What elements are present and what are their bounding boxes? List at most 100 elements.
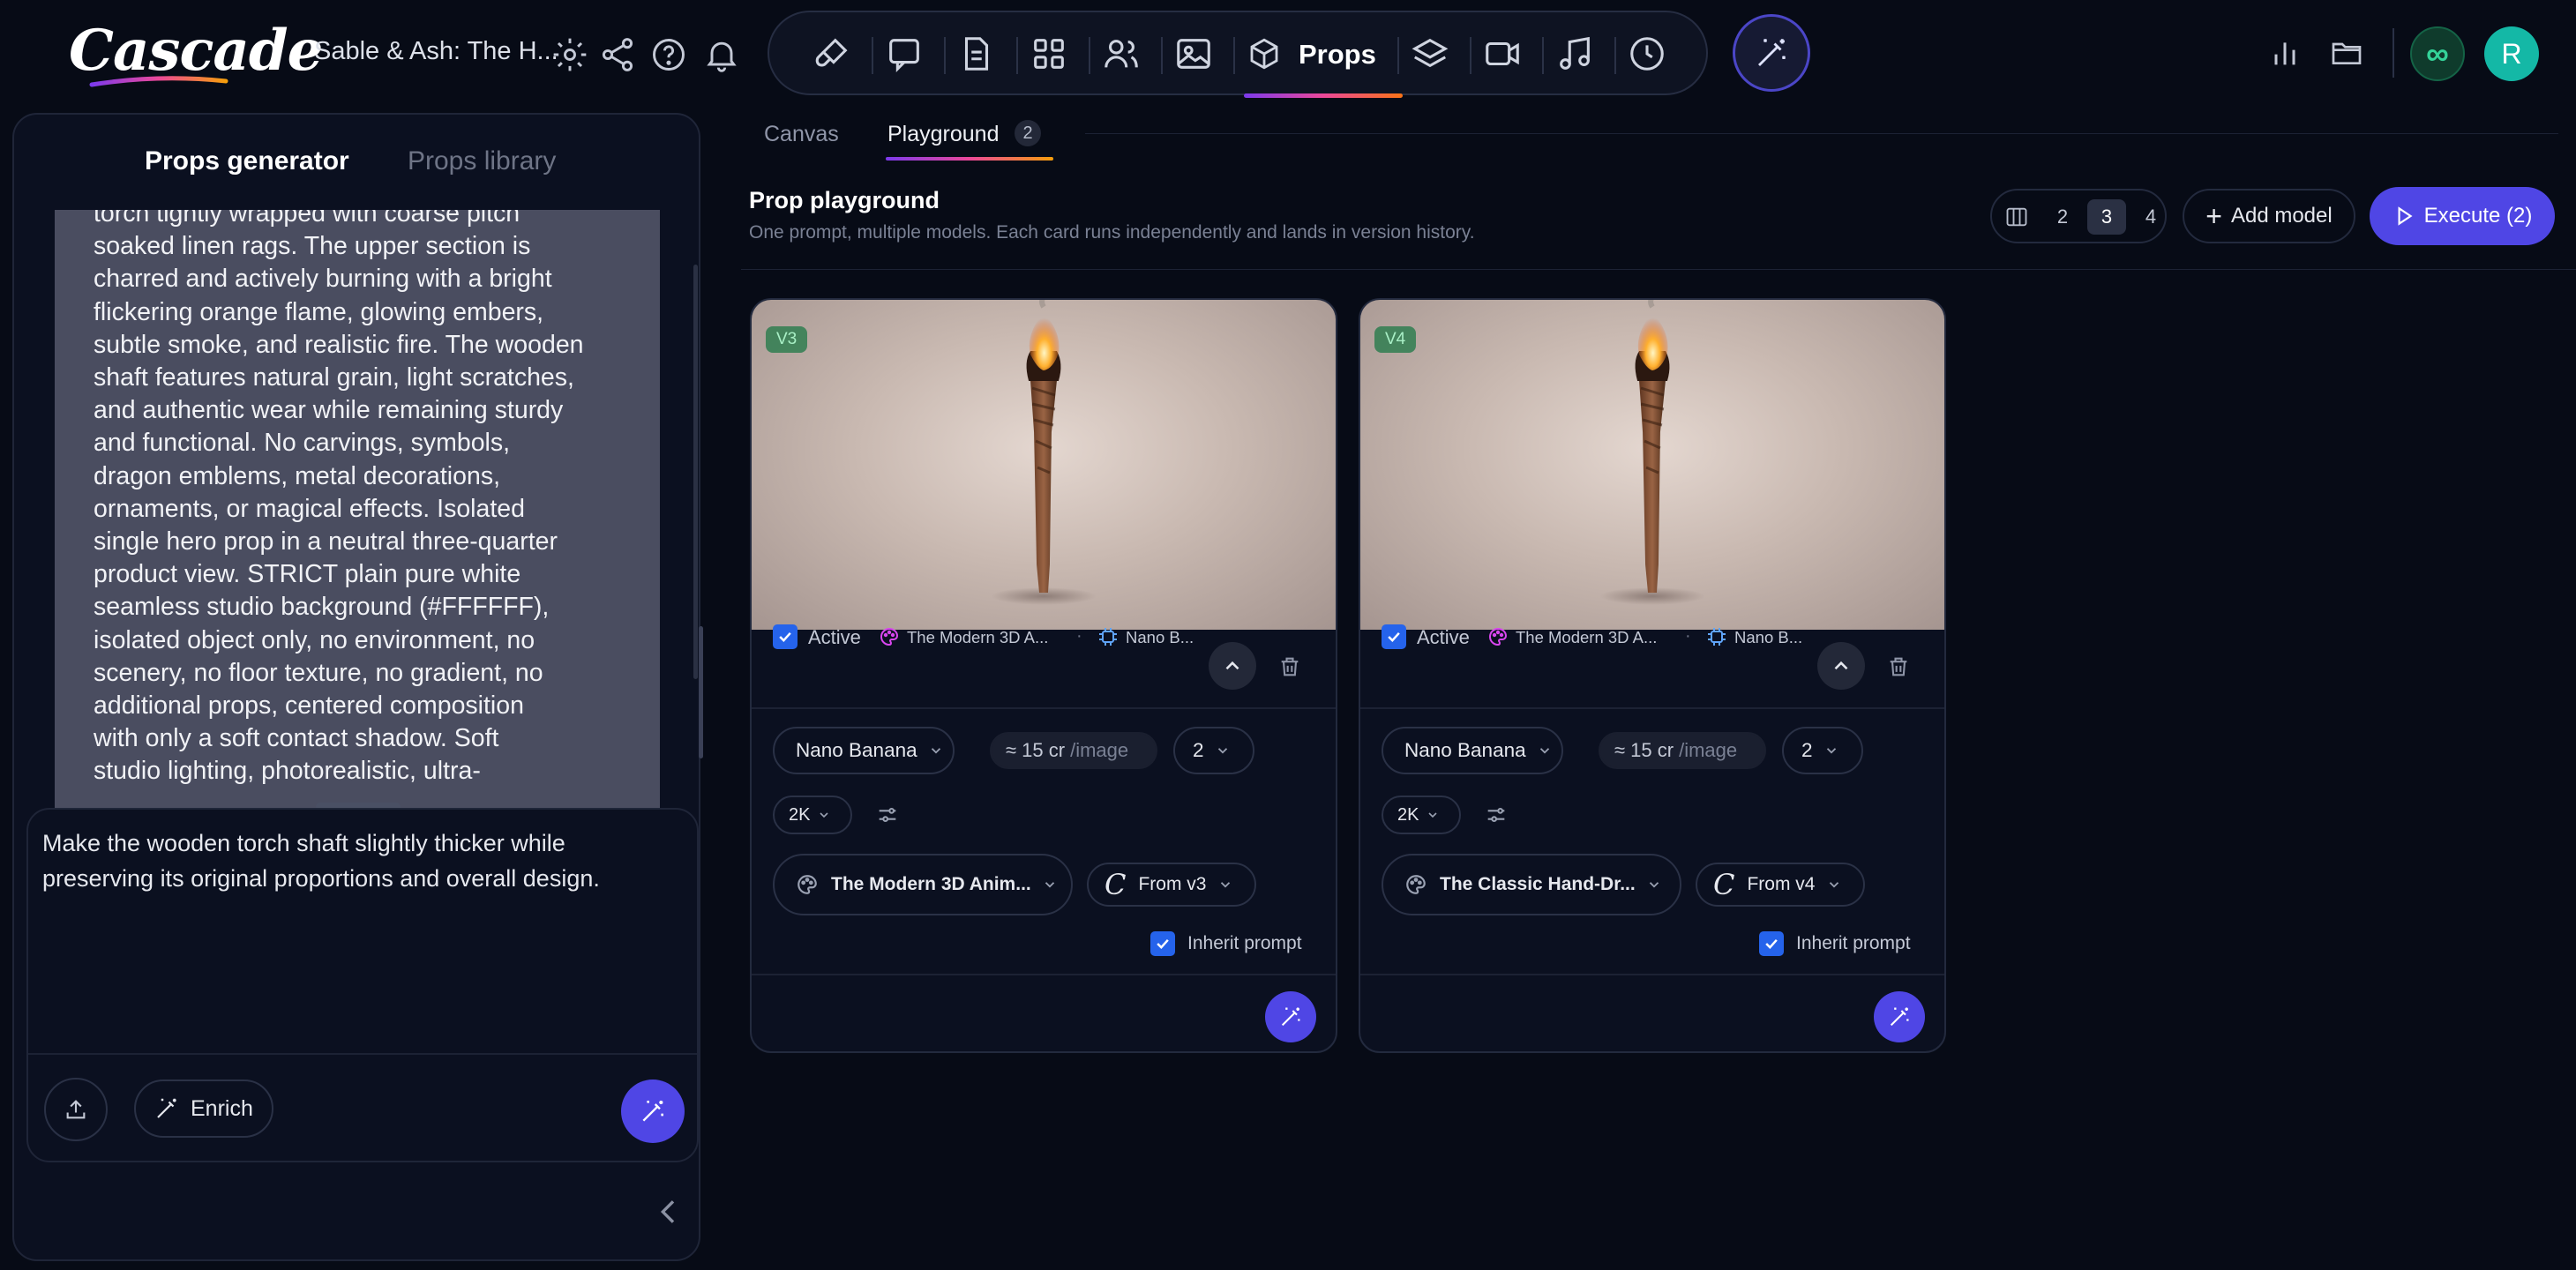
user-avatar[interactable]: R [2484,26,2539,81]
settings-gear-icon[interactable] [550,35,589,74]
chevron-down-icon [1042,877,1058,893]
cube-icon[interactable] [1246,35,1283,72]
model-select[interactable]: Nano Banana [773,727,955,774]
execute-label: Execute (2) [2423,204,2533,228]
scrollbar-track[interactable] [693,265,698,679]
delete-trash-icon[interactable] [1277,654,1302,679]
collapse-card-chevron-up-icon[interactable] [1817,642,1865,690]
upload-icon[interactable] [44,1078,108,1141]
users-icon[interactable] [1101,34,1142,74]
chevron-down-icon [928,743,944,758]
column-option-3-selected[interactable]: 3 [2087,199,2126,235]
resolution-value: 2K [1397,804,1419,825]
active-checkbox[interactable] [773,624,798,649]
prompt-line: torch tightly wrapped with coarse pitch [94,210,520,228]
inherit-prompt-checkbox[interactable] [1759,931,1784,956]
enrich-button[interactable]: Enrich [134,1080,273,1138]
prompt-line: soaked linen rags. The upper section is [94,232,531,261]
resolution-select[interactable]: 2K [1382,796,1461,834]
active-checkbox[interactable] [1382,624,1406,649]
separator-dot: · [1685,626,1691,646]
palette-icon [879,626,900,647]
magic-wand-icon [154,1095,180,1122]
model-card: V3 Active The Modern 3D A... · Nano B...… [750,298,1337,1053]
props-panel: Props generator Props library torch tigh… [12,113,703,1261]
prompt-line: additional props, centered composition [94,691,524,721]
image-count-select[interactable]: 2 [1782,727,1863,774]
video-icon[interactable] [1482,34,1523,74]
version-badge: V4 [1374,326,1417,353]
prompt-line: scenery, no floor texture, no gradient, … [94,658,543,687]
share-icon[interactable] [598,35,637,74]
prompt-line: flickering orange flame, glowing embers, [94,297,544,326]
collapse-panel-chevron-icon[interactable] [651,1194,686,1229]
source-version-select[interactable]: C From v3 [1087,863,1256,907]
enrich-label: Enrich [191,1095,253,1121]
separator-dot: · [1076,626,1082,646]
chat-icon[interactable] [884,34,925,74]
model-select-value: Nano Banana [796,739,917,761]
style-select[interactable]: The Modern 3D Anim... [773,854,1073,915]
chevron-down-icon [1646,877,1662,893]
help-icon[interactable] [649,35,688,74]
grid-icon[interactable] [1029,34,1069,74]
generated-prop-image[interactable]: V3 [752,300,1336,630]
palette-icon [1404,873,1427,896]
scrollbar-thumb[interactable] [699,626,703,758]
brush-icon[interactable] [812,34,852,74]
delete-trash-icon[interactable] [1886,654,1911,679]
collapse-card-chevron-up-icon[interactable] [1209,642,1256,690]
project-title[interactable]: Sable & Ash: The H... [314,37,558,66]
columns-icon [2004,205,2029,229]
edit-prompt-input[interactable]: Make the wooden torch shaft slightly thi… [42,826,678,896]
column-count-selector: 2 3 4 [1990,189,2167,243]
chevron-down-icon [1537,743,1553,758]
folder-icon[interactable] [2329,35,2364,71]
inherit-prompt-label: Inherit prompt [1187,933,1302,953]
magic-assistant-icon[interactable] [1733,14,1810,92]
generate-wand-icon[interactable] [621,1080,685,1143]
source-version-select[interactable]: C From v4 [1696,863,1865,907]
style-select[interactable]: The Classic Hand-Dr... [1382,854,1681,915]
column-option-4[interactable]: 4 [2131,199,2170,235]
generate-wand-icon[interactable] [1265,991,1316,1042]
model-summary: Nano B... [1734,628,1803,646]
edit-prompt-box: Make the wooden torch shaft slightly thi… [26,808,699,1162]
bell-icon[interactable] [702,35,741,74]
image-icon[interactable] [1173,34,1214,74]
analytics-icon[interactable] [2267,35,2303,71]
history-icon[interactable] [1627,34,1667,74]
resolution-select[interactable]: 2K [773,796,852,834]
column-option-2[interactable]: 2 [2043,199,2082,235]
sliders-settings-icon[interactable] [1484,803,1509,827]
chevron-down-icon [1426,808,1440,822]
tab-props-library[interactable]: Props library [408,146,556,176]
layers-icon[interactable] [1410,34,1450,74]
prompt-line: ornaments, or magical effects. Isolated [94,494,525,523]
add-model-button[interactable]: + Add model [2183,189,2355,243]
inherit-prompt-checkbox[interactable] [1150,931,1175,956]
cascade-logo[interactable]: Cascade [69,18,323,84]
prompt-line: studio lighting, photorealistic, ultra- [94,757,481,786]
image-count-select[interactable]: 2 [1173,727,1254,774]
generated-prop-image[interactable]: V4 [1360,300,1944,630]
palette-icon [1487,626,1509,647]
infinity-badge[interactable]: ∞ [2410,26,2465,81]
generate-wand-icon[interactable] [1874,991,1925,1042]
tab-props-active[interactable]: Props [1299,39,1376,71]
tab-playground[interactable]: Playground [887,122,999,147]
document-icon[interactable] [956,34,997,74]
prompt-line: with only a soft contact shadow. Soft [94,724,499,753]
plus-icon: + [2205,200,2222,232]
music-icon[interactable] [1554,34,1595,74]
sliders-settings-icon[interactable] [875,803,900,827]
chevron-down-icon [1215,743,1231,758]
prompt-textarea[interactable]: torch tightly wrapped with coarse pitch s… [55,210,660,903]
model-select[interactable]: Nano Banana [1382,727,1563,774]
divider [2393,28,2394,78]
execute-button[interactable]: Execute (2) [2370,187,2555,245]
cost-value: ≈ 15 cr [1006,739,1066,761]
cost-estimate: ≈ 15 cr/image [1599,732,1766,769]
tab-canvas[interactable]: Canvas [764,122,839,147]
tab-props-generator[interactable]: Props generator [145,146,349,176]
